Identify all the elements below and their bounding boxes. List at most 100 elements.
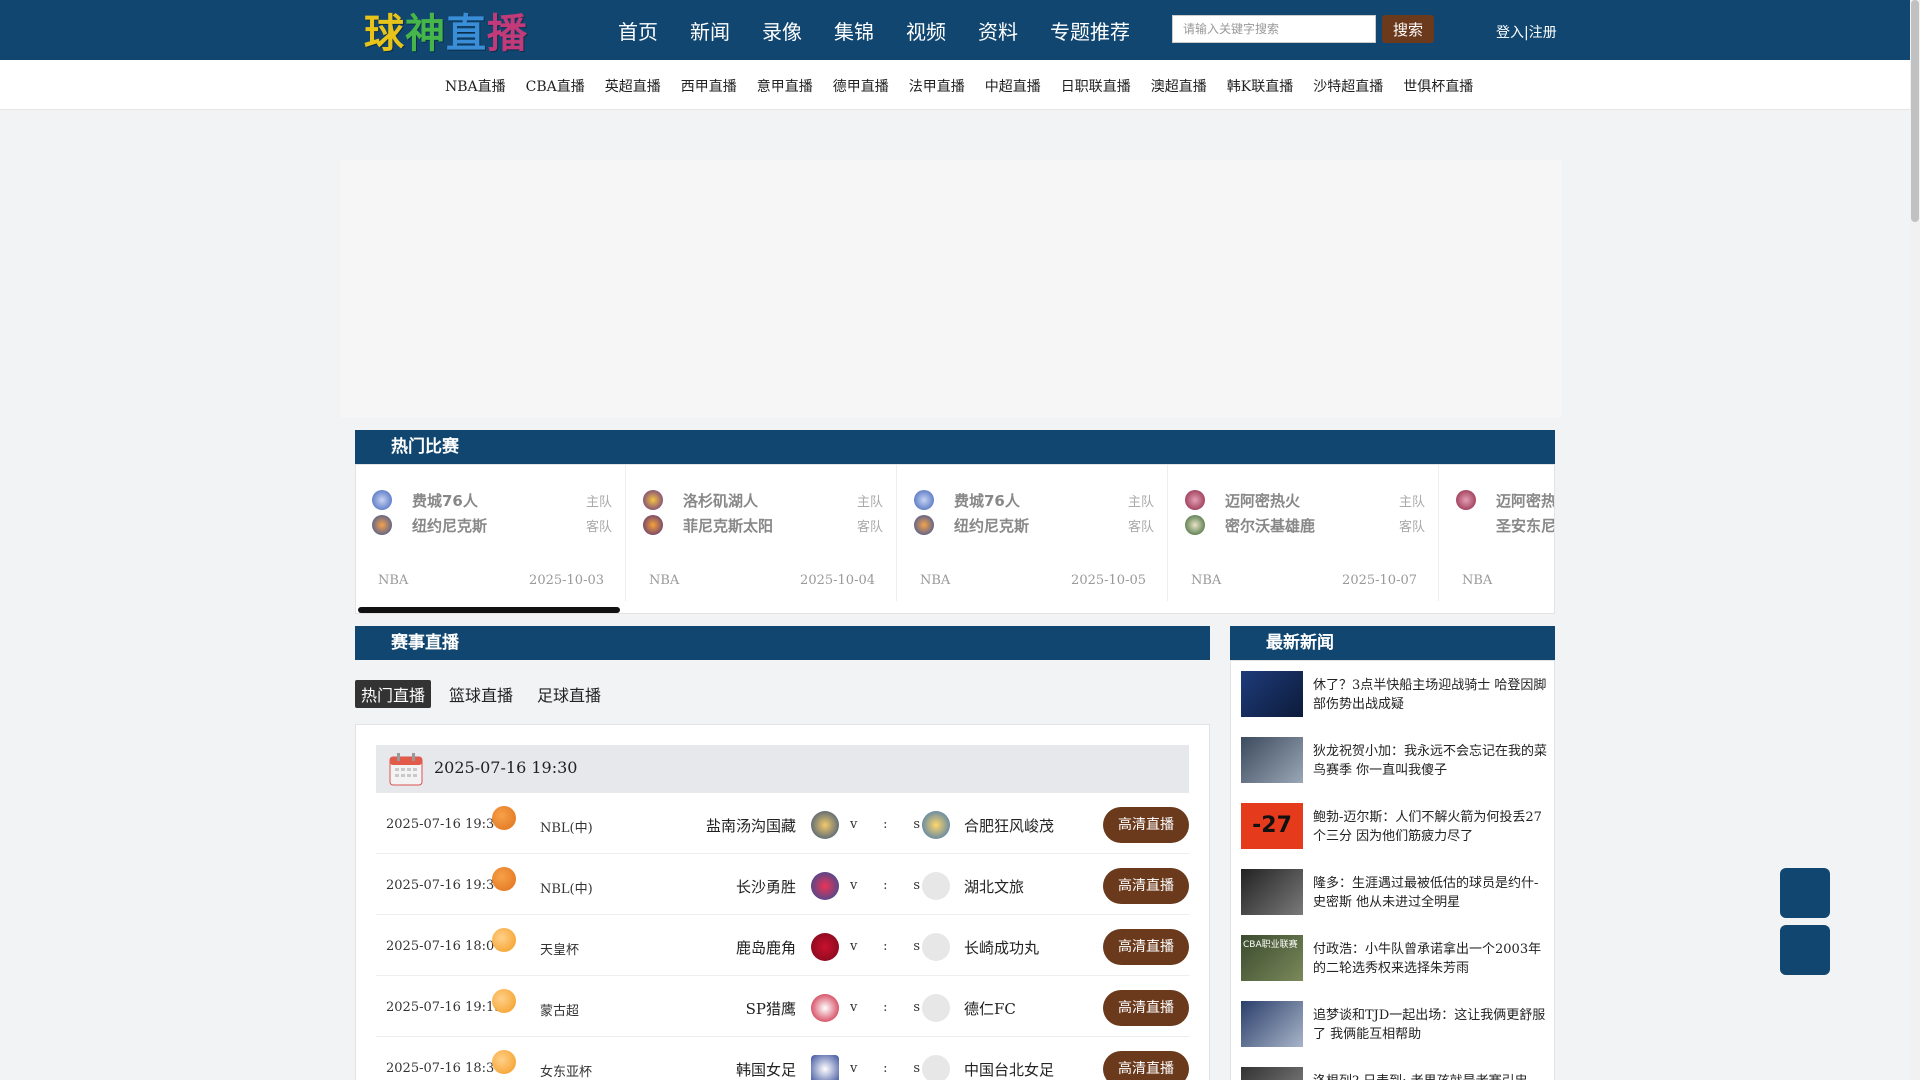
calendar-icon [389, 753, 423, 786]
home-team: 迈阿密热 [1496, 491, 1555, 510]
vs-label: v [850, 1061, 858, 1076]
team-logo-icon [372, 490, 392, 510]
card-date: 2025-10-07 [1342, 573, 1417, 588]
home-team[interactable]: 韩国女足 [736, 1059, 796, 1080]
home-team[interactable]: 长沙勇胜 [736, 876, 796, 897]
tab-basketball-live[interactable]: 篮球直播 [443, 680, 519, 708]
league-link[interactable]: 韩K联直播 [1227, 76, 1293, 96]
football-icon [492, 928, 516, 952]
carousel-scrollbar[interactable] [358, 607, 620, 613]
news-item[interactable]: -27 鲍勃-迈尔斯：人们不解火箭为何投丢27个三分 因为他们筋疲力尽了 [1241, 803, 1551, 853]
colon-label: : [883, 1000, 888, 1015]
league-link[interactable]: 沙特超直播 [1313, 76, 1383, 96]
placeholder-logo-icon [922, 1055, 950, 1080]
nav-news[interactable]: 新闻 [690, 16, 730, 45]
page-scrollbar[interactable] [1910, 0, 1920, 1080]
football-icon [492, 989, 516, 1013]
news-item[interactable]: 休了？3点半快船主场迎战骑士 哈登因脚部伤势出战成疑 [1241, 671, 1551, 721]
hot-match-card[interactable]: 迈阿密热 圣安东尼奥马 NBA [1440, 465, 1555, 601]
tab-football-live[interactable]: 足球直播 [531, 680, 607, 708]
league-link[interactable]: 德甲直播 [833, 76, 889, 96]
score-separator: v: s [850, 939, 920, 954]
home-label: 主队 [1398, 494, 1425, 510]
news-headline[interactable]: 洛根列? 日表到: 老男孩就是老赛引忠 [1313, 1072, 1549, 1080]
news-item[interactable]: CBA职业联赛 付政浩：小牛队曾承诺拿出一个2003年的二轮选秀权来选择朱芳雨 [1241, 935, 1551, 985]
nav-topics[interactable]: 专题推荐 [1050, 16, 1130, 45]
match-row: 2025-07-16 19:15 蒙古超 SP猎鹰 v: s 德仁FC 高清直播 [376, 976, 1189, 1037]
news-headline[interactable]: 隆多：生涯遇过最被低估的球员是约什-史密斯 他从未进过全明星 [1313, 874, 1549, 912]
match-time: 2025-07-16 19:30 [386, 817, 503, 832]
logo-char: 球 [364, 11, 405, 57]
league-link[interactable]: 英超直播 [605, 76, 661, 96]
news-item[interactable]: 追梦谈和TJD一起出场：这让我俩更舒服了 我俩能互相帮助 [1241, 1001, 1551, 1051]
league-link[interactable]: 法甲直播 [909, 76, 965, 96]
league-link[interactable]: NBA直播 [445, 76, 506, 96]
league-link[interactable]: 世俱杯直播 [1403, 76, 1473, 96]
nav-home[interactable]: 首页 [618, 16, 658, 45]
back-to-top-button[interactable] [1780, 925, 1830, 975]
hd-live-button[interactable]: 高清直播 [1103, 868, 1189, 904]
nav-highlights[interactable]: 集锦 [834, 16, 874, 45]
nav-video[interactable]: 视频 [906, 16, 946, 45]
league-link[interactable]: 日职联直播 [1061, 76, 1131, 96]
home-team[interactable]: SP猎鹰 [746, 998, 796, 1019]
site-logo[interactable]: 球 神 直 播 [364, 8, 528, 57]
s-label: s [913, 817, 920, 832]
league-link[interactable]: CBA直播 [526, 76, 585, 96]
team-logo-icon [922, 811, 950, 839]
search-button[interactable]: 搜索 [1382, 15, 1434, 43]
hot-match-card[interactable]: 洛杉矶湖人 主队 菲尼克斯太阳 客队 NBA 2025-10-04 [627, 465, 897, 601]
league-link[interactable]: 澳超直播 [1151, 76, 1207, 96]
away-team[interactable]: 合肥狂风峻茂 [964, 815, 1054, 836]
news-item[interactable]: 狄龙祝贺小加：我永远不会忘记在我的菜鸟赛季 你一直叫我傻子 [1241, 737, 1551, 787]
news-headline[interactable]: 付政浩：小牛队曾承诺拿出一个2003年的二轮选秀权来选择朱芳雨 [1313, 940, 1549, 978]
league-link[interactable]: 中超直播 [985, 76, 1041, 96]
s-label: s [913, 1000, 920, 1015]
away-team[interactable]: 德仁FC [964, 998, 1016, 1019]
hot-match-card[interactable]: 费城76人 主队 纽约尼克斯 客队 NBA 2025-10-05 [898, 465, 1168, 601]
floating-action-button[interactable] [1780, 868, 1830, 918]
hot-match-card[interactable]: 迈阿密热火 主队 密尔沃基雄鹿 客队 NBA 2025-10-07 [1169, 465, 1439, 601]
match-row: 2025-07-16 19:30 NBL(中) 长沙勇胜 v: s 湖北文旅 高清… [376, 854, 1189, 915]
news-headline[interactable]: 追梦谈和TJD一起出场：这让我俩更舒服了 我俩能互相帮助 [1313, 1006, 1549, 1044]
score-separator: v: s [850, 817, 920, 832]
nav-replay[interactable]: 录像 [762, 16, 802, 45]
card-league: NBA [1462, 573, 1493, 588]
s-label: s [913, 878, 920, 893]
team-logo-icon [811, 994, 839, 1022]
news-thumbnail [1241, 1067, 1303, 1080]
logo-char: 神 [405, 11, 446, 57]
news-headline[interactable]: 休了？3点半快船主场迎战骑士 哈登因脚部伤势出战成疑 [1313, 676, 1549, 714]
hd-live-button[interactable]: 高清直播 [1103, 929, 1189, 965]
news-item[interactable]: 隆多：生涯遇过最被低估的球员是约什-史密斯 他从未进过全明星 [1241, 869, 1551, 919]
scrollbar-thumb[interactable] [1911, 0, 1919, 222]
news-headline[interactable]: 鲍勃-迈尔斯：人们不解火箭为何投丢27个三分 因为他们筋疲力尽了 [1313, 808, 1549, 846]
news-headline[interactable]: 狄龙祝贺小加：我永远不会忘记在我的菜鸟赛季 你一直叫我傻子 [1313, 742, 1549, 780]
match-list: 2025-07-16 19:30 2025-07-16 19:30 NBL(中)… [355, 724, 1210, 1080]
away-label: 客队 [1127, 519, 1154, 535]
team-logo-icon [1456, 490, 1476, 510]
hd-live-button[interactable]: 高清直播 [1103, 990, 1189, 1026]
top-header: 球 神 直 播 首页 新闻 录像 集锦 视频 资料 专题推荐 请输入关键字搜索 … [0, 0, 1910, 60]
search-input[interactable]: 请输入关键字搜索 [1172, 15, 1376, 43]
home-team[interactable]: 鹿岛鹿角 [736, 937, 796, 958]
nav-data[interactable]: 资料 [978, 16, 1018, 45]
login-link[interactable]: 登入|注册 [1496, 22, 1557, 42]
hd-live-button[interactable]: 高清直播 [1103, 807, 1189, 843]
home-team[interactable]: 盐南汤沟国藏 [706, 815, 796, 836]
team-logo-icon [811, 933, 839, 961]
news-item[interactable]: 洛根列? 日表到: 老男孩就是老赛引忠 [1241, 1067, 1551, 1080]
team-logo-icon [372, 515, 392, 535]
away-team[interactable]: 长崎成功丸 [964, 937, 1039, 958]
match-time: 2025-07-16 19:15 [386, 1000, 503, 1015]
away-team: 纽约尼克斯 [412, 516, 488, 535]
hot-matches-carousel: 费城76人 主队 纽约尼克斯 客队 NBA 2025-10-03 洛杉矶湖人 主队 菲尼… [355, 464, 1555, 614]
league-link[interactable]: 意甲直播 [757, 76, 813, 96]
away-team[interactable]: 湖北文旅 [964, 876, 1024, 897]
tab-hot-live[interactable]: 热门直播 [355, 680, 432, 708]
hd-live-button[interactable]: 高清直播 [1103, 1051, 1189, 1080]
hot-match-card[interactable]: 费城76人 主队 纽约尼克斯 客队 NBA 2025-10-03 [356, 465, 626, 601]
away-team[interactable]: 中国台北女足 [964, 1059, 1054, 1080]
live-tabs: 热门直播 篮球直播 足球直播 [355, 680, 619, 708]
league-link[interactable]: 西甲直播 [681, 76, 737, 96]
